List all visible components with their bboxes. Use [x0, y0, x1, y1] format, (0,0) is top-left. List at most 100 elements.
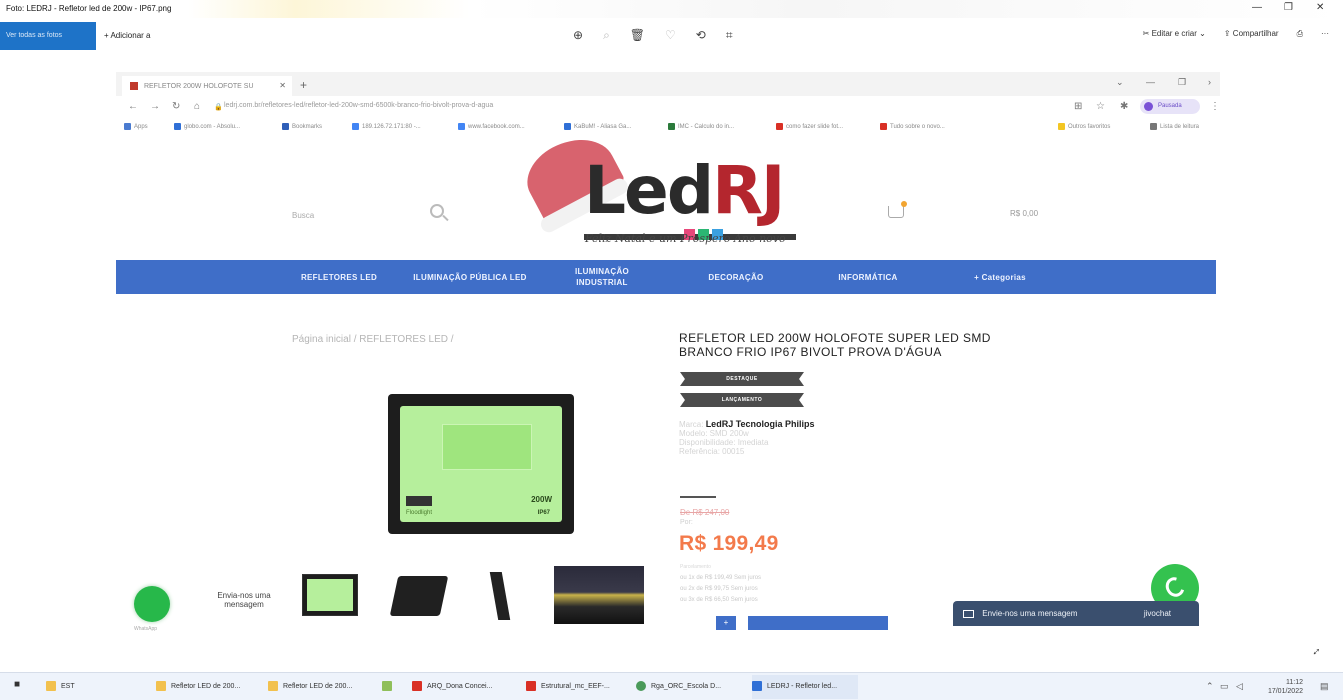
profile-button[interactable]: Pausada	[1140, 99, 1200, 114]
thumbnail-installed[interactable]	[554, 566, 644, 624]
product-image[interactable]: Floodlight 200W IP67	[388, 394, 574, 534]
bookmark-item[interactable]: Tudo sobre o novo...	[880, 123, 945, 130]
thumbnail-front[interactable]	[302, 574, 358, 616]
menu-item-iluminacao-industrial[interactable]: ILUMINAÇÃO INDUSTRIAL	[560, 260, 644, 294]
rotate-icon[interactable]: ⟲	[696, 28, 706, 43]
taskbar-item[interactable]: LEDRJ - Refletor led...	[752, 681, 837, 691]
menu-item-decoracao[interactable]: DECORAÇÃO	[696, 260, 776, 294]
reload-icon[interactable]: ↻	[172, 101, 180, 112]
cart-total[interactable]: R$ 0,00	[1010, 209, 1038, 218]
kabum-icon	[564, 123, 571, 130]
search-input[interactable]: Busca	[292, 211, 314, 220]
menu-item-categorias[interactable]: + Categorias	[962, 260, 1038, 294]
edit-create-button[interactable]: ✂ Editar e criar ⌄	[1143, 29, 1206, 39]
favorite-icon[interactable]: ♡	[665, 28, 676, 43]
quantity-plus-button[interactable]: +	[716, 616, 736, 630]
more-icon[interactable]: ···	[1321, 29, 1329, 39]
bookmark-item[interactable]: 189.126.72.171:80 -...	[352, 123, 421, 130]
bookmark-item[interactable]: como fazer slide fot...	[776, 123, 843, 130]
volume-icon[interactable]: ◁	[1236, 681, 1243, 692]
extensions-icon[interactable]: ✱	[1120, 101, 1128, 112]
share-button[interactable]: ⇪ Compartilhar	[1224, 29, 1279, 39]
breadcrumb[interactable]: Página inicial / REFLETORES LED /	[292, 334, 454, 345]
notification-icon[interactable]: ▤	[1320, 681, 1329, 692]
thumbnail-face	[307, 579, 353, 611]
search-icon[interactable]	[430, 204, 444, 218]
installment-row: ou 3x de R$ 66,50 Sem juros	[680, 597, 758, 603]
tab-favicon-icon	[130, 82, 138, 90]
delete-icon[interactable]: 🗑	[630, 28, 645, 43]
floodlight-lens	[442, 424, 532, 470]
badge-destaque: DESTAQUE	[680, 372, 804, 386]
clock-time: 11:12	[1286, 679, 1303, 686]
taskbar-item[interactable]: Refletor LED de 200...	[268, 681, 352, 691]
jivochat-bar[interactable]: Envie-nos uma mensagem jivochat	[953, 601, 1199, 626]
taskbar-item[interactable]: Refletor LED de 200...	[156, 681, 240, 691]
bookmark-label: www.facebook.com...	[468, 124, 525, 131]
home-icon[interactable]: ⌂	[194, 101, 200, 112]
browser-tab-search-icon[interactable]: ⌄	[1116, 77, 1124, 88]
brand-label: Marca:	[679, 420, 704, 429]
bookmark-item[interactable]: Bookmarks	[282, 123, 322, 130]
tab-close-icon[interactable]: ✕	[279, 81, 286, 90]
bookmark-item[interactable]: Apps	[124, 123, 148, 130]
network-icon[interactable]: ▭	[1220, 681, 1229, 692]
add-to-button[interactable]: + Adicionar a	[104, 31, 150, 40]
site-search[interactable]: Busca	[292, 202, 452, 226]
crop-icon[interactable]: ⌗	[726, 28, 733, 43]
bookmark-item[interactable]: www.facebook.com...	[458, 123, 525, 130]
url-field[interactable]: ledrj.com.br/refletores-led/refletor-led…	[224, 102, 493, 109]
chat-bar-label: Envie-nos uma mensagem	[982, 609, 1078, 618]
folder-icon	[46, 681, 56, 691]
other-bookmarks[interactable]: Outros favoritos	[1058, 123, 1110, 130]
close-button[interactable]: ✕	[1316, 2, 1324, 13]
start-icon[interactable]: ■	[14, 679, 20, 690]
taskbar-item[interactable]: ARQ_Dona Concei...	[412, 681, 492, 691]
see-all-photos-button[interactable]: Ver todas as fotos	[0, 22, 96, 50]
brand-row: Marca: LedRJ Tecnologia Philips	[679, 420, 815, 430]
maximize-button[interactable]: ❐	[1284, 2, 1293, 13]
forward-icon[interactable]: →	[150, 101, 160, 112]
reading-list[interactable]: Lista de leitura	[1150, 123, 1199, 130]
search-icon[interactable]: ⌕	[603, 28, 610, 43]
back-icon[interactable]: ←	[128, 101, 138, 112]
photo-actions: ⊕ ⌕ 🗑 ♡ ⟲ ⌗	[573, 28, 733, 43]
taskbar-item[interactable]: Rga_ORC_Escola D...	[636, 681, 721, 691]
cart-icon[interactable]	[888, 201, 907, 218]
scissors-icon: ✂	[1142, 29, 1152, 38]
menu-item-iluminacao-publica[interactable]: ILUMINAÇÃO PÚBLICA LED	[412, 260, 528, 294]
menu-item-informatica[interactable]: INFORMÁTICA	[826, 260, 910, 294]
bookmark-item[interactable]: IMC - Calculo do in...	[668, 123, 734, 130]
bookmark-label: Lista de leitura	[1160, 124, 1200, 131]
browser-tab[interactable]: REFLETOR 200W HOLOFOTE SU ✕	[122, 76, 292, 96]
browser-minimize-icon[interactable]: —	[1146, 77, 1155, 87]
cart-badge	[901, 201, 907, 207]
clock[interactable]: 11:12 17/01/2022	[1268, 678, 1303, 696]
tray-chevron-icon[interactable]: ⌃	[1206, 681, 1214, 692]
thumbnail-angle[interactable]	[389, 576, 449, 616]
star-icon[interactable]: ☆	[1096, 101, 1105, 112]
taskbar-item[interactable]: Estrutural_mc_EEF-...	[526, 681, 610, 691]
taskbar-item[interactable]	[382, 681, 397, 691]
whatsapp-message[interactable]: Envia-nos uma mensagem	[206, 591, 282, 609]
menu-item-refletores[interactable]: REFLETORES LED	[292, 260, 386, 294]
taskbar-item[interactable]: EST	[46, 681, 75, 691]
print-icon[interactable]: ⎙	[1297, 29, 1303, 39]
new-tab-icon[interactable]: +	[300, 78, 307, 92]
browser-close-icon[interactable]: ›	[1208, 77, 1211, 87]
bookmark-item[interactable]: globo.com - Absolu...	[174, 123, 240, 130]
buy-button[interactable]	[748, 616, 888, 630]
bookmark-label: Bookmarks	[292, 124, 323, 131]
zoom-icon[interactable]: ⊕	[573, 28, 583, 43]
expand-icon[interactable]: ↕	[1310, 644, 1324, 658]
minimize-button[interactable]: —	[1252, 2, 1262, 13]
browser-menu-icon[interactable]: ⋮	[1210, 101, 1220, 112]
phone-icon	[1162, 573, 1188, 601]
bookmark-item[interactable]: KaBuM! - Aliasa Ga...	[564, 123, 631, 130]
browser-maximize-icon[interactable]: ❐	[1178, 77, 1186, 88]
bookmark-label: globo.com - Absolu...	[184, 124, 241, 131]
whatsapp-icon[interactable]	[134, 586, 170, 622]
thumbnail-side[interactable]	[489, 572, 511, 620]
translate-icon[interactable]: ⊞	[1074, 101, 1082, 112]
photos-right-actions: ✂ Editar e criar ⌄ ⇪ Compartilhar ⎙ ···	[1143, 29, 1343, 39]
